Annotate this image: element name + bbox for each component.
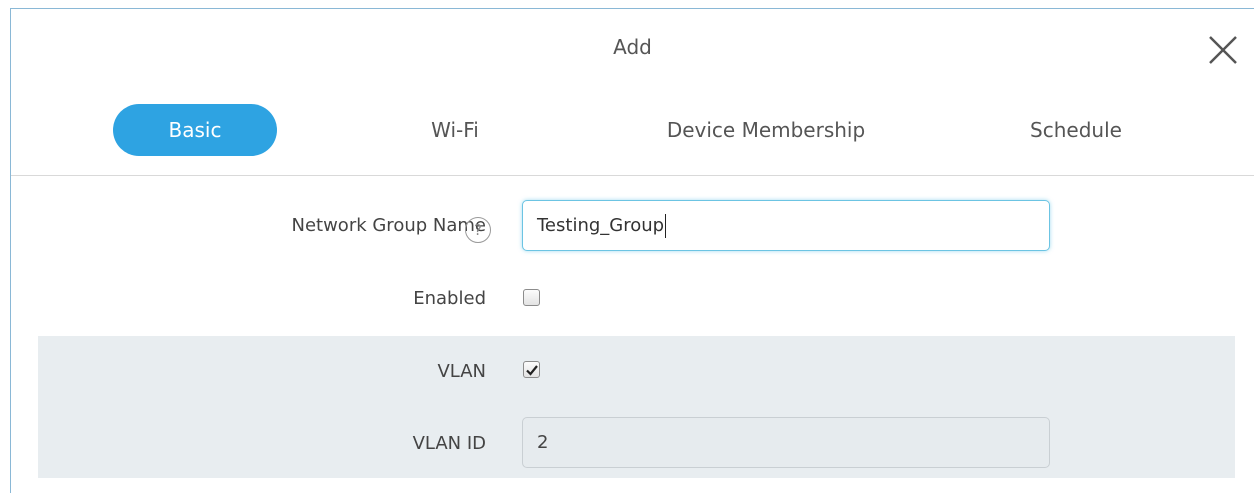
help-glyph: ? — [474, 221, 482, 239]
network-group-name-input[interactable]: Testing_Group — [522, 200, 1050, 251]
network-group-name-value: Testing_Group — [537, 215, 665, 236]
tab-bar: Basic Wi-Fi Device Membership Schedule — [11, 104, 1254, 158]
tab-schedule[interactable]: Schedule — [1011, 104, 1141, 156]
tab-wifi[interactable]: Wi-Fi — [400, 104, 510, 156]
network-group-name-label: Network Group Name — [291, 215, 486, 236]
question-mark-icon[interactable]: ? — [465, 217, 491, 243]
close-icon — [1209, 36, 1237, 64]
vlan-checkbox[interactable] — [523, 361, 540, 378]
enabled-label: Enabled — [413, 288, 486, 309]
checkmark-icon — [526, 365, 538, 376]
vlan-id-label: VLAN ID — [412, 433, 486, 454]
dialog-title: Add — [613, 35, 652, 59]
vlan-id-input[interactable]: 2 — [522, 417, 1050, 468]
tab-divider — [11, 175, 1254, 176]
enabled-checkbox[interactable] — [523, 289, 540, 306]
tab-basic[interactable]: Basic — [113, 104, 277, 156]
add-dialog: Add Basic Wi-Fi Device Membership Schedu… — [10, 8, 1254, 493]
text-cursor — [665, 213, 667, 238]
tab-device-membership[interactable]: Device Membership — [641, 104, 891, 156]
close-button[interactable] — [1206, 33, 1240, 67]
vlan-id-value: 2 — [537, 432, 549, 453]
vlan-label: VLAN — [437, 361, 486, 382]
